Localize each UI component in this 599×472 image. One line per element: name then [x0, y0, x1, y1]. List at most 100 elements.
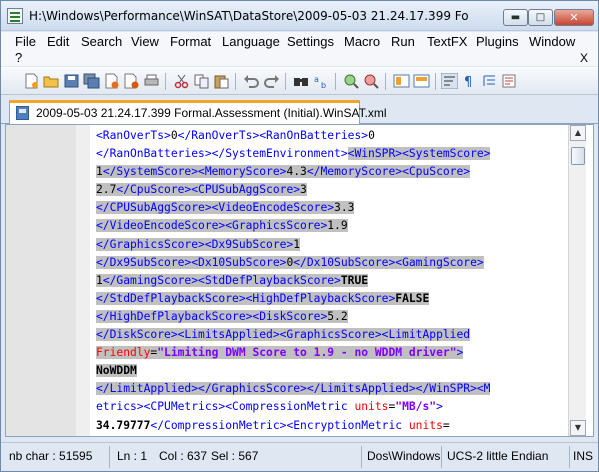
close-all-icon[interactable] [123, 73, 140, 89]
code-token: 34.79777 [96, 418, 151, 432]
code-line[interactable]: </HighDefPlaybackScore><DiskScore>5.2 [96, 308, 566, 326]
status-separator [361, 446, 362, 468]
code-line[interactable]: </GraphicsScore><Dx9SubScore>1 [96, 236, 566, 254]
menu-format[interactable]: Format [170, 34, 211, 49]
code-token: units [408, 418, 443, 432]
indent-guide-icon[interactable] [481, 73, 498, 89]
copy-icon[interactable] [193, 73, 210, 89]
undo-icon[interactable] [243, 73, 260, 89]
code-token: <WinSPR><SystemScore> [347, 147, 491, 161]
menu-view[interactable]: View [131, 34, 159, 49]
code-line[interactable]: 1</GamingScore><StdDefPlaybackScore>TRUE [96, 272, 566, 290]
menu-search[interactable]: Search [81, 34, 122, 49]
code-token: > [456, 346, 464, 360]
code-line[interactable]: 2.7</CpuScore><CPUSubAggScore>3 [96, 181, 566, 199]
scroll-up-arrow-icon[interactable]: ▲ [570, 125, 586, 141]
toolbar-separator [385, 73, 386, 90]
find-icon[interactable] [293, 73, 310, 89]
menu-window[interactable]: Window [529, 34, 575, 49]
code-token: 1 [96, 273, 103, 287]
code-token: </CPUSubAggScore><VideoEncodeScore> [96, 201, 335, 215]
code-line[interactable]: <RanOverTs>0</RanOverTs><RanOnBatteries>… [96, 127, 566, 145]
sync-vertical-icon[interactable] [393, 73, 410, 89]
status-bar: nb char : 51595 Ln : 1 Col : 637 Sel : 5… [1, 442, 598, 471]
menu-help[interactable]: ? [15, 50, 22, 65]
menu-edit[interactable]: Edit [47, 34, 69, 49]
zoom-in-icon[interactable] [343, 73, 360, 89]
code-token: etrics><CPUMetrics><CompressionMetric [96, 400, 355, 414]
status-separator [109, 446, 110, 468]
app-window: H:\Windows\Performance\WinSAT\DataStore\… [0, 0, 599, 472]
menu-plugins[interactable]: Plugins [476, 34, 519, 49]
sync-horizontal-icon[interactable] [413, 73, 430, 89]
menu-textfx[interactable]: TextFX [427, 34, 467, 49]
paste-icon[interactable] [213, 73, 230, 89]
scroll-down-arrow-icon[interactable]: ▼ [570, 420, 586, 436]
maximize-button[interactable]: □ [528, 9, 553, 26]
title-bar[interactable]: H:\Windows\Performance\WinSAT\DataStore\… [1, 1, 598, 31]
code-line[interactable]: etrics><CPUMetrics><CompressionMetric un… [96, 398, 566, 416]
code-token: </VideoEncodeScore><GraphicsScore> [96, 219, 328, 233]
code-token: </GraphicsScore><Dx9SubScore> [96, 237, 294, 251]
fold-margin[interactable] [76, 125, 90, 436]
code-line[interactable]: </StdDefPlaybackScore><HighDefPlaybackSc… [96, 290, 566, 308]
code-line[interactable]: </CPUSubAggScore><VideoEncodeScore>3.3 [96, 199, 566, 217]
code-token: <RanOverTs> [96, 129, 171, 142]
replace-icon[interactable]: ab [313, 73, 330, 89]
close-icon[interactable] [103, 73, 120, 89]
tab-label: 2009-05-03 21.24.17.399 Formal.Assessmen… [36, 106, 387, 120]
save-all-icon[interactable] [83, 73, 100, 89]
show-all-chars-icon[interactable]: ¶ [461, 73, 478, 89]
toolbar-separator [285, 73, 286, 90]
code-line[interactable]: 1</SystemScore><MemoryScore>4.3</MemoryS… [96, 163, 566, 181]
save-icon[interactable] [63, 73, 80, 89]
menu-macro[interactable]: Macro [344, 34, 380, 49]
menu-file[interactable]: File [15, 34, 36, 49]
code-line[interactable]: </RanOnBatteries></SystemEnvironment><Wi… [96, 145, 566, 163]
code-line[interactable]: </LimitApplied></GraphicsScore></LimitsA… [96, 380, 566, 398]
code-token: 4.3 [286, 165, 307, 179]
code-area[interactable]: <RanOverTs>0</RanOverTs><RanOnBatteries>… [96, 127, 566, 435]
code-token: 1 [96, 165, 103, 179]
menu-run[interactable]: Run [391, 34, 415, 49]
code-token: </StdDefPlaybackScore><HighDefPlaybackSc… [96, 291, 396, 305]
zoom-out-icon[interactable] [363, 73, 380, 89]
code-line[interactable]: 34.79777</CompressionMetric><EncryptionM… [96, 417, 566, 435]
menu-bar: File Edit Search View Format Language Se… [1, 32, 598, 66]
code-token: </CpuScore><CPUSubAggScore> [116, 183, 301, 197]
status-column: Col : 637 [159, 449, 208, 463]
notepad-plus-plus-icon[interactable] [7, 8, 23, 24]
svg-text:¶: ¶ [464, 75, 472, 89]
close-button[interactable]: ✕ [554, 9, 594, 26]
code-token: 3.3 [334, 201, 355, 215]
svg-text:b: b [321, 81, 326, 89]
print-icon[interactable] [143, 73, 160, 89]
code-line[interactable]: NoWDDM [96, 362, 566, 380]
code-token: </Dx10SubScore><GamingScore> [293, 255, 484, 269]
code-token: units [354, 400, 389, 414]
word-wrap-icon[interactable] [441, 73, 458, 89]
code-token: 0 [368, 129, 375, 142]
scroll-thumb[interactable] [571, 147, 585, 165]
menu-settings[interactable]: Settings [287, 34, 334, 49]
menu-language[interactable]: Language [222, 34, 280, 49]
svg-text:a: a [314, 75, 319, 84]
status-separator [441, 446, 442, 468]
cut-icon[interactable] [173, 73, 190, 89]
code-line[interactable]: </Dx9SubScore><Dx10SubScore>0</Dx10SubSc… [96, 254, 566, 272]
vertical-scrollbar[interactable]: ▲ ▼ [568, 125, 586, 436]
code-token: 3 [300, 183, 307, 197]
minimize-button[interactable]: ▬ [503, 9, 528, 26]
code-token: 5.2 [327, 309, 348, 323]
window-title: H:\Windows\Performance\WinSAT\DataStore\… [29, 9, 469, 23]
open-file-icon[interactable] [43, 73, 60, 89]
text-editor[interactable]: <RanOverTs>0</RanOverTs><RanOnBatteries>… [5, 124, 594, 437]
close-document-x[interactable]: X [580, 51, 588, 65]
new-file-icon[interactable] [23, 73, 40, 89]
code-line[interactable]: </VideoEncodeScore><GraphicsScore>1.9 [96, 217, 566, 235]
code-line[interactable]: </DiskScore><LimitsApplied><GraphicsScor… [96, 326, 566, 344]
tab-winsat-xml[interactable]: 2009-05-03 21.24.17.399 Formal.Assessmen… [9, 100, 387, 124]
code-line[interactable]: Friendly="Limiting DWM Score to 1.9 - no… [96, 344, 566, 362]
redo-icon[interactable] [263, 73, 280, 89]
language-icon[interactable] [501, 73, 518, 89]
